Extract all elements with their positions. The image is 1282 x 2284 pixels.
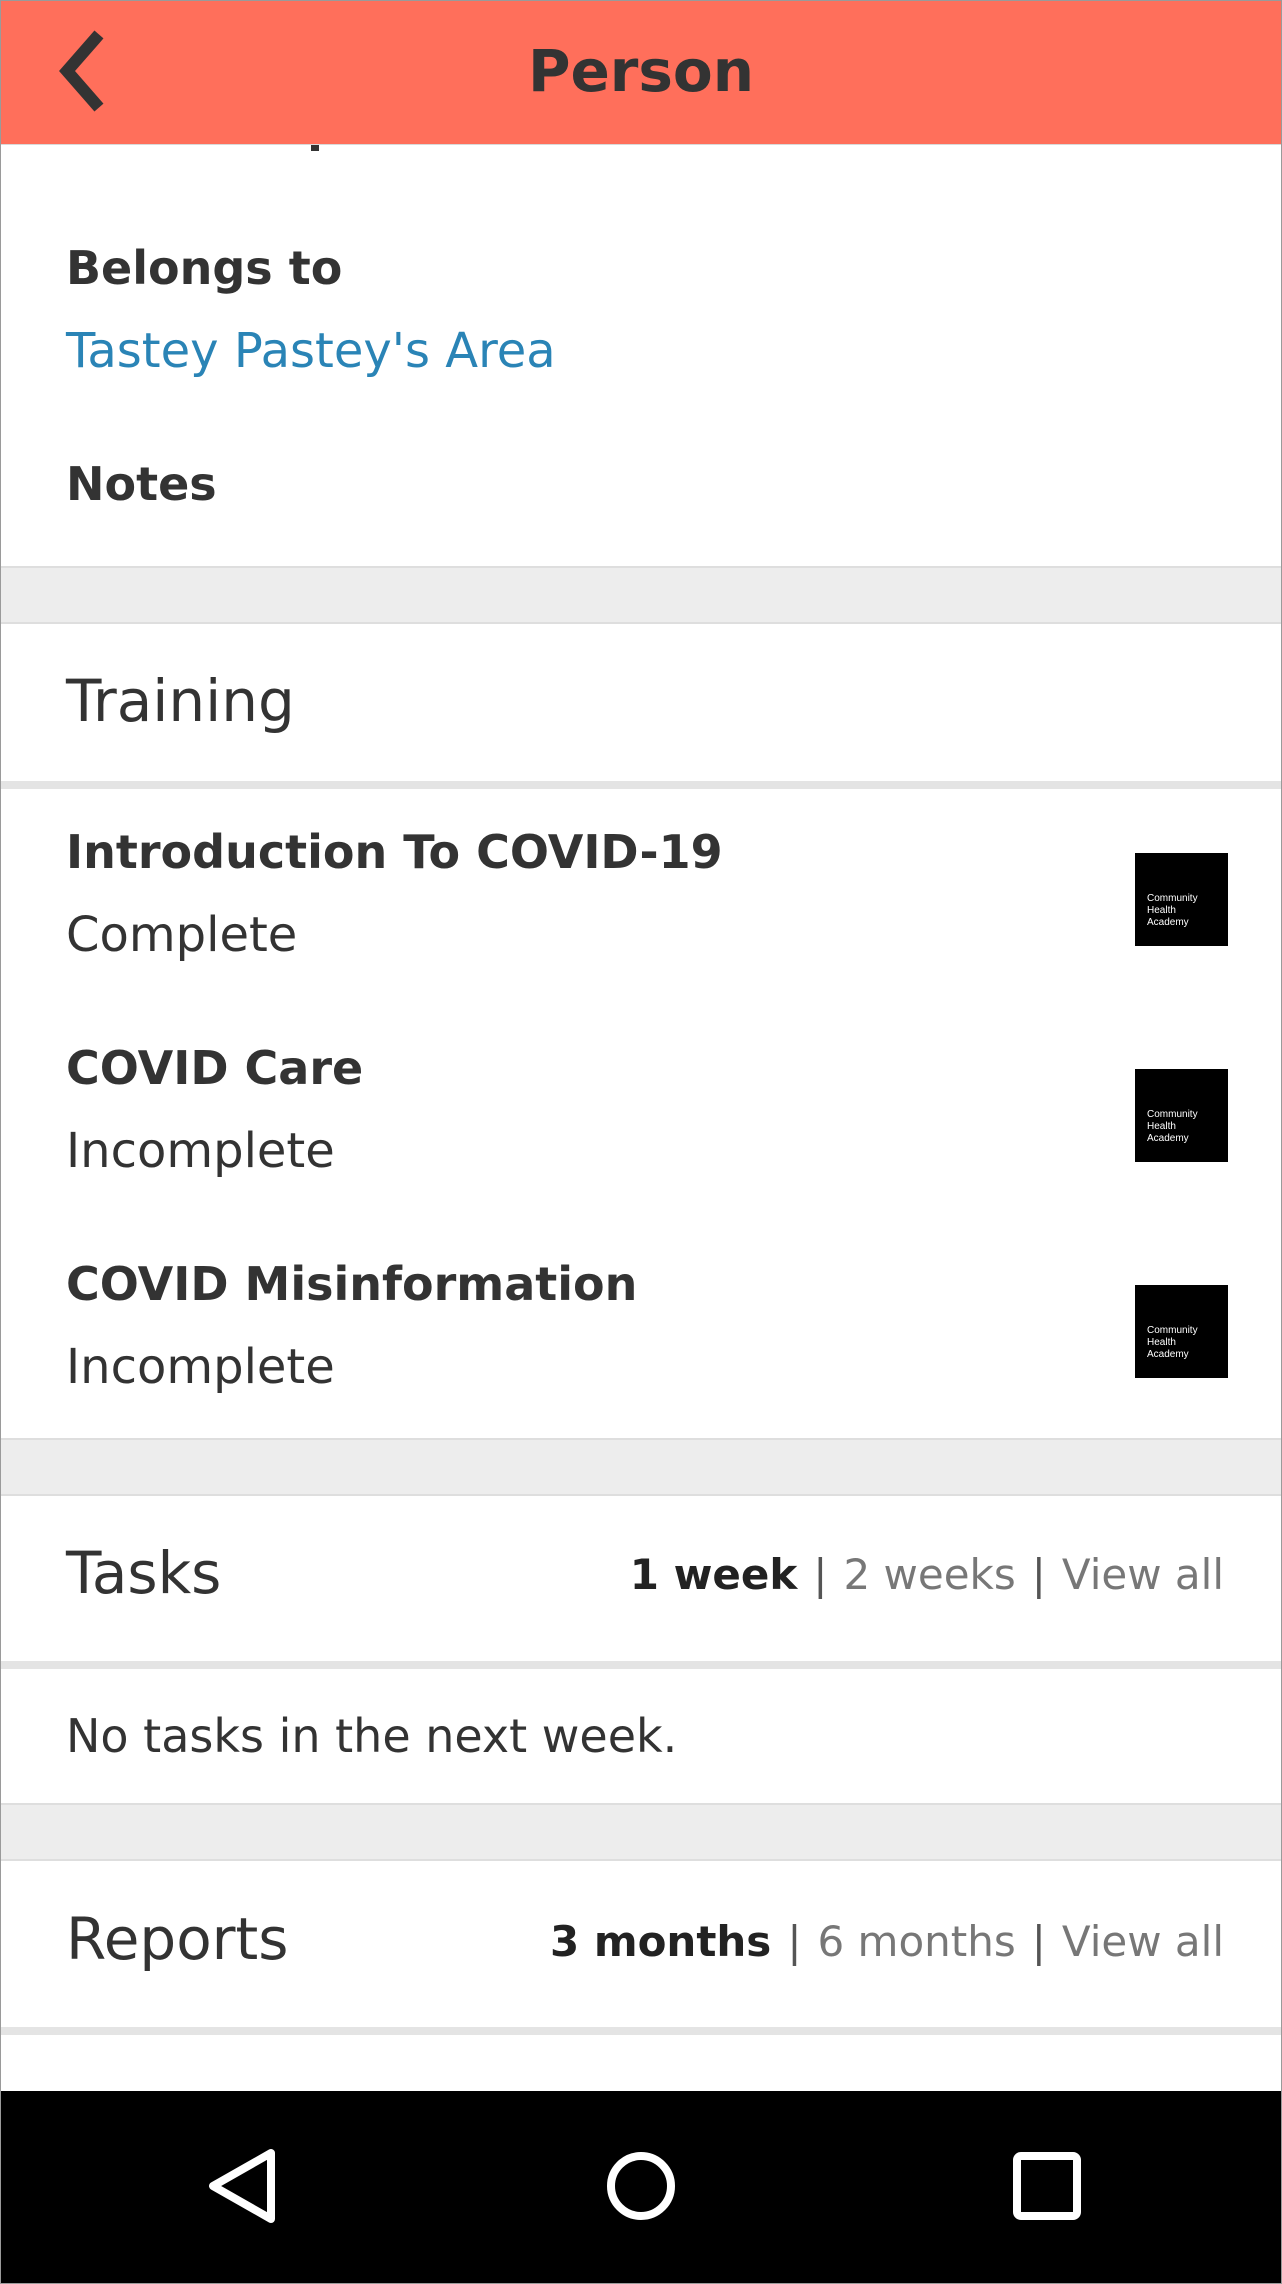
square-recents-icon bbox=[1013, 2152, 1081, 2220]
nav-back-button[interactable] bbox=[191, 2141, 291, 2231]
logo-text-line: Community bbox=[1147, 893, 1198, 904]
nav-recents-button[interactable] bbox=[997, 2141, 1097, 2231]
page-title: Person bbox=[527, 37, 755, 105]
section-separator bbox=[1, 566, 1281, 624]
notes-label: Notes bbox=[66, 457, 217, 511]
belongs-to-link[interactable]: Tastey Pastey's Area bbox=[66, 323, 556, 379]
tasks-filter-group: 1 week | 2 weeks | View all bbox=[630, 1550, 1224, 1599]
filter-separator: | bbox=[787, 1917, 802, 1966]
filter-separator: | bbox=[1031, 1917, 1046, 1966]
nav-home-button[interactable] bbox=[591, 2141, 691, 2231]
filter-separator: | bbox=[813, 1550, 828, 1599]
community-health-academy-logo: Community Health Academy bbox=[1135, 853, 1228, 946]
reports-filter-view-all[interactable]: View all bbox=[1062, 1917, 1224, 1966]
course-title: COVID Care bbox=[66, 1041, 364, 1095]
course-status: Incomplete bbox=[66, 1339, 335, 1395]
course-status: Complete bbox=[66, 907, 298, 963]
circle-home-icon bbox=[607, 2152, 675, 2220]
section-divider bbox=[1, 1661, 1281, 1669]
app-header: Person bbox=[1, 1, 1281, 145]
tasks-filter-1-week[interactable]: 1 week bbox=[630, 1550, 798, 1599]
training-section-title: Training bbox=[66, 667, 295, 735]
section-separator bbox=[1, 1803, 1281, 1861]
logo-text-line: Academy bbox=[1147, 1349, 1189, 1360]
tasks-filter-2-weeks[interactable]: 2 weeks bbox=[843, 1550, 1015, 1599]
logo-text-line: Community bbox=[1147, 1109, 1198, 1120]
course-title: Introduction To COVID-19 bbox=[66, 825, 723, 879]
logo-text-line: Academy bbox=[1147, 1133, 1189, 1144]
logo-text-line: Academy bbox=[1147, 917, 1189, 928]
community-health-academy-logo: Community Health Academy bbox=[1135, 1069, 1228, 1162]
filter-separator: | bbox=[1031, 1550, 1046, 1599]
logo-text-line: Health bbox=[1147, 905, 1176, 916]
clipped-text-fragment bbox=[311, 145, 319, 151]
reports-filter-3-months[interactable]: 3 months bbox=[550, 1917, 771, 1966]
system-navigation-bar bbox=[1, 2091, 1281, 2283]
reports-filter-6-months[interactable]: 6 months bbox=[817, 1917, 1015, 1966]
belongs-to-label: Belongs to bbox=[66, 241, 343, 295]
reports-filter-group: 3 months | 6 months | View all bbox=[550, 1917, 1224, 1966]
tasks-empty-message: No tasks in the next week. bbox=[66, 1709, 678, 1763]
person-details-content[interactable]: Belongs to Tastey Pastey's Area Notes Tr… bbox=[1, 145, 1281, 2091]
course-title: COVID Misinformation bbox=[66, 1257, 638, 1311]
logo-text-line: Health bbox=[1147, 1337, 1176, 1348]
logo-text-line: Community bbox=[1147, 1325, 1198, 1336]
section-separator bbox=[1, 1438, 1281, 1496]
section-divider bbox=[1, 2027, 1281, 2035]
course-status: Incomplete bbox=[66, 1123, 335, 1179]
section-divider bbox=[1, 781, 1281, 789]
triangle-back-icon bbox=[209, 2149, 275, 2223]
tasks-filter-view-all[interactable]: View all bbox=[1062, 1550, 1224, 1599]
reports-section-title: Reports bbox=[66, 1905, 289, 1973]
logo-text-line: Health bbox=[1147, 1121, 1176, 1132]
tasks-section-title: Tasks bbox=[66, 1539, 222, 1607]
app-screen: Person Belongs to Tastey Pastey's Area N… bbox=[0, 0, 1282, 2284]
community-health-academy-logo: Community Health Academy bbox=[1135, 1285, 1228, 1378]
